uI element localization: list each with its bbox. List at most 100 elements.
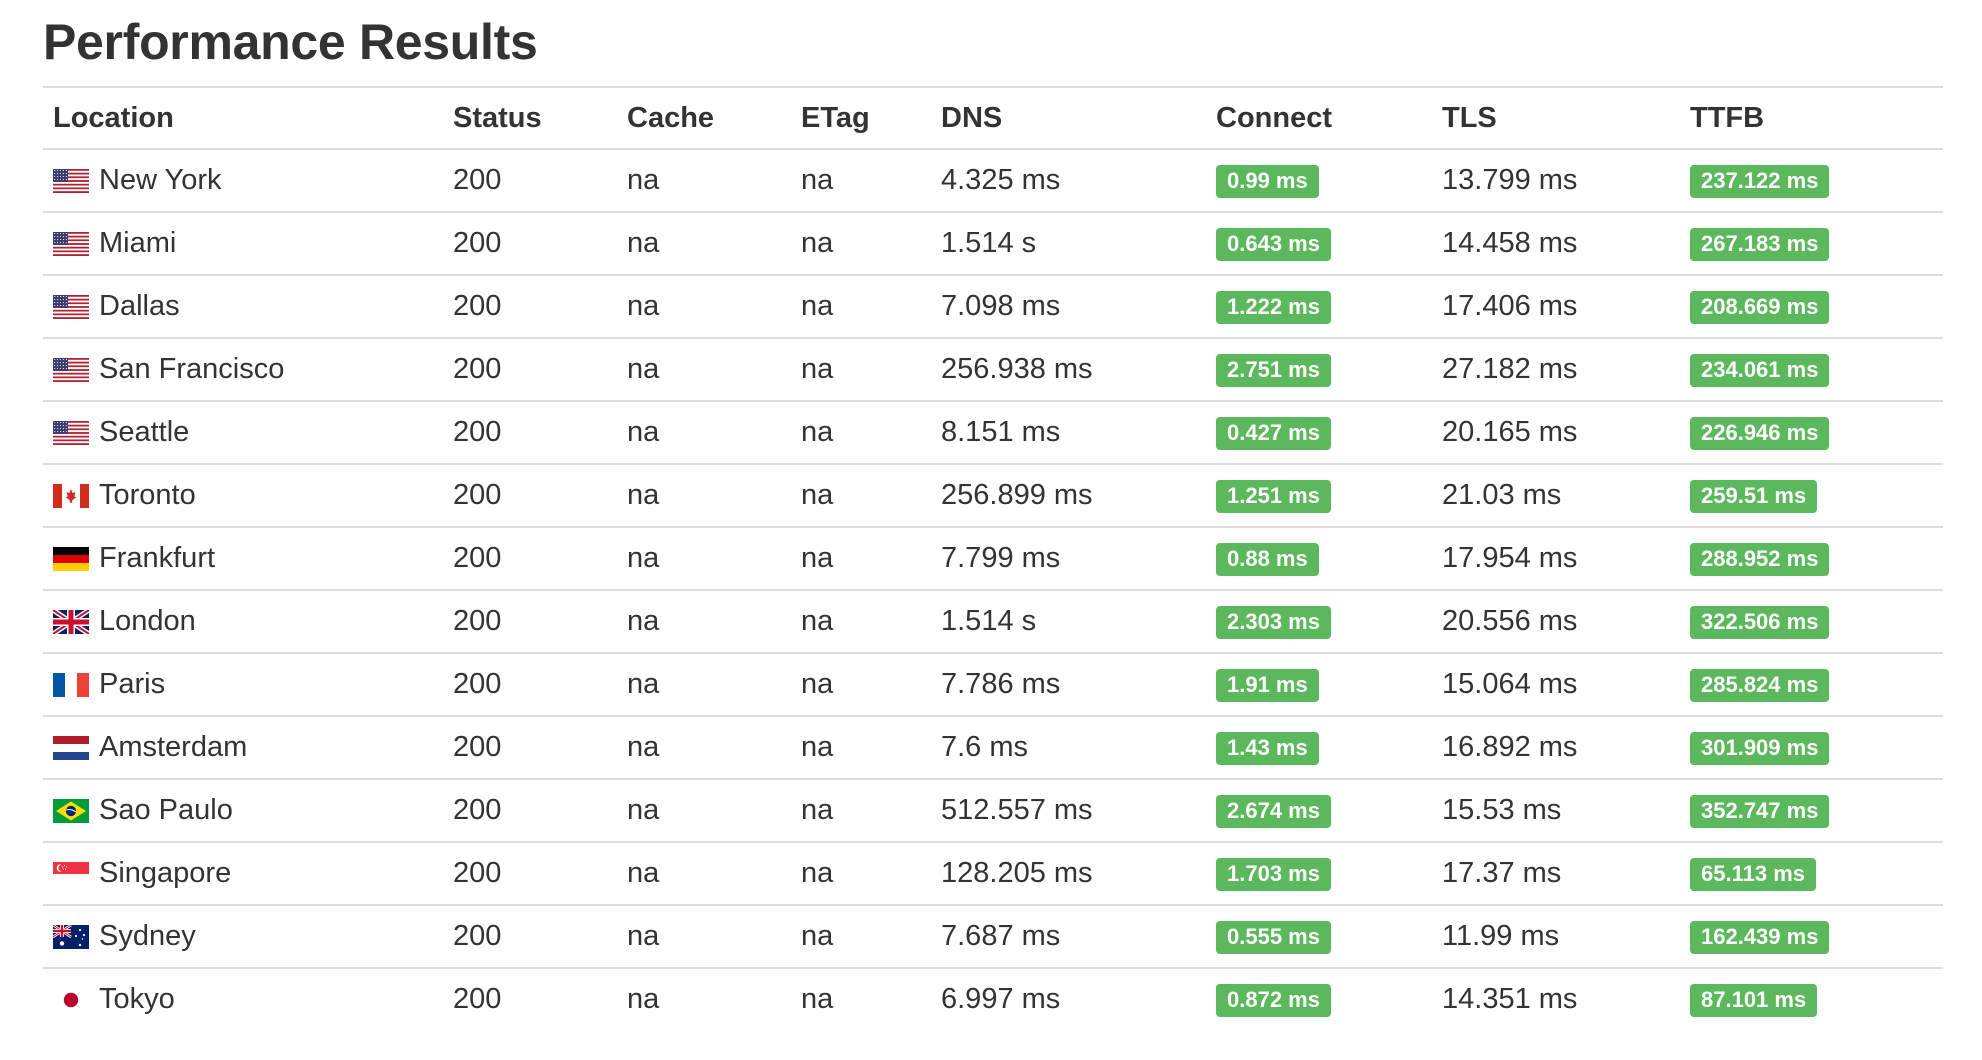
connect-time-badge: 0.427 ms — [1216, 417, 1331, 450]
tls-cell: 17.954 ms — [1432, 527, 1680, 591]
tls-cell: 27.182 ms — [1432, 338, 1680, 402]
column-header-etag[interactable]: ETag — [791, 87, 931, 150]
ttfb-time-badge: 234.061 ms — [1690, 354, 1830, 387]
connect-time-badge: 1.251 ms — [1216, 480, 1331, 513]
etag-cell: na — [791, 527, 931, 591]
location-name: Sao Paulo — [99, 794, 233, 826]
ttfb-time-badge: 237.122 ms — [1690, 165, 1830, 198]
tls-cell: 14.458 ms — [1432, 212, 1680, 276]
us-flag-icon — [53, 357, 89, 382]
ttfb-cell: 237.122 ms — [1680, 149, 1943, 213]
dns-cell: 1.514 s — [931, 590, 1206, 654]
location-cell: Toronto — [43, 464, 443, 528]
table-header-row: Location Status Cache ETag DNS Connect T… — [43, 87, 1943, 150]
dns-cell: 7.098 ms — [931, 275, 1206, 339]
tls-cell: 15.064 ms — [1432, 653, 1680, 717]
cache-cell: na — [617, 779, 791, 843]
ttfb-cell: 352.747 ms — [1680, 779, 1943, 843]
etag-cell: na — [791, 338, 931, 402]
dns-cell: 512.557 ms — [931, 779, 1206, 843]
singapore-flag-icon — [53, 861, 89, 886]
location-name: Toronto — [99, 479, 196, 511]
etag-cell: na — [791, 275, 931, 339]
connect-time-badge: 0.555 ms — [1216, 921, 1331, 954]
cache-cell: na — [617, 716, 791, 780]
location-cell: Dallas — [43, 275, 443, 339]
etag-cell: na — [791, 212, 931, 276]
column-header-connect[interactable]: Connect — [1206, 87, 1432, 150]
table-row: Sao Paulo 200 na na 512.557 ms 2.674 ms … — [43, 779, 1943, 843]
ttfb-time-badge: 162.439 ms — [1690, 921, 1830, 954]
etag-cell: na — [791, 905, 931, 969]
connect-time-badge: 0.99 ms — [1216, 165, 1319, 198]
connect-time-badge: 0.88 ms — [1216, 543, 1319, 576]
dns-cell: 1.514 s — [931, 212, 1206, 276]
location-wrapper: Amsterdam — [53, 731, 443, 764]
location-wrapper: Frankfurt — [53, 542, 443, 575]
cache-cell: na — [617, 653, 791, 717]
location-wrapper: New York — [53, 164, 443, 197]
ttfb-cell: 87.101 ms — [1680, 968, 1943, 1030]
column-header-ttfb[interactable]: TTFB — [1680, 87, 1943, 150]
table-row: Amsterdam 200 na na 7.6 ms 1.43 ms 16.89… — [43, 716, 1943, 780]
location-wrapper: Seattle — [53, 416, 443, 449]
page-title: Performance Results — [43, 14, 538, 70]
uk-flag-icon — [53, 609, 89, 634]
connect-time-badge: 1.43 ms — [1216, 732, 1319, 765]
column-header-location[interactable]: Location — [43, 87, 443, 150]
column-header-status[interactable]: Status — [443, 87, 617, 150]
connect-cell: 2.751 ms — [1206, 338, 1432, 402]
cache-cell: na — [617, 275, 791, 339]
location-cell: Frankfurt — [43, 527, 443, 591]
table-body: New York 200 na na 4.325 ms 0.99 ms 13.7… — [43, 149, 1943, 1030]
location-cell: Miami — [43, 212, 443, 276]
connect-cell: 0.555 ms — [1206, 905, 1432, 969]
tls-cell: 15.53 ms — [1432, 779, 1680, 843]
tls-cell: 14.351 ms — [1442, 983, 1578, 1015]
column-header-tls[interactable]: TLS — [1432, 87, 1680, 150]
connect-cell: 0.99 ms — [1206, 149, 1432, 213]
connect-time-badge: 2.751 ms — [1216, 354, 1331, 387]
location-wrapper: Tokyo — [53, 983, 443, 1016]
australia-flag-icon — [53, 924, 89, 949]
status-cell: 200 — [443, 842, 617, 906]
status-cell: 200 — [443, 275, 617, 339]
location-name: Sydney — [99, 920, 196, 952]
location-wrapper: London — [53, 605, 443, 638]
table-row: Miami 200 na na 1.514 s 0.643 ms 14.458 … — [43, 212, 1943, 276]
connect-cell: 0.427 ms — [1206, 401, 1432, 465]
us-flag-icon — [53, 294, 89, 319]
table-row: Paris 200 na na 7.786 ms 1.91 ms 15.064 … — [43, 653, 1943, 717]
column-header-dns[interactable]: DNS — [931, 87, 1206, 150]
etag-cell: na — [791, 779, 931, 843]
connect-cell: 1.222 ms — [1206, 275, 1432, 339]
connect-time-badge: 0.872 ms — [1216, 984, 1331, 1017]
ttfb-time-badge: 322.506 ms — [1690, 606, 1830, 639]
tls-cell: 11.99 ms — [1432, 905, 1680, 969]
ttfb-time-badge: 65.113 ms — [1690, 858, 1816, 891]
connect-cell: 2.674 ms — [1206, 779, 1432, 843]
dns-cell: 128.205 ms — [931, 842, 1206, 906]
location-name: Frankfurt — [99, 542, 216, 574]
connect-cell: 0.872 ms — [1206, 968, 1432, 1030]
table-row: New York 200 na na 4.325 ms 0.99 ms 13.7… — [43, 149, 1943, 213]
ttfb-cell: 267.183 ms — [1680, 212, 1943, 276]
ttfb-cell: 288.952 ms — [1680, 527, 1943, 591]
ttfb-cell: 322.506 ms — [1680, 590, 1943, 654]
tls-cell: 21.03 ms — [1432, 464, 1680, 528]
location-wrapper: Sao Paulo — [53, 794, 443, 827]
location-cell: Paris — [43, 653, 443, 717]
tls-cell: 17.406 ms — [1432, 275, 1680, 339]
etag-cell: na — [791, 149, 931, 213]
ttfb-cell: 234.061 ms — [1680, 338, 1943, 402]
etag-cell: na — [801, 983, 834, 1015]
dns-cell: 256.899 ms — [931, 464, 1206, 528]
etag-cell: na — [791, 464, 931, 528]
status-cell: 200 — [443, 149, 617, 213]
connect-cell: 1.703 ms — [1206, 842, 1432, 906]
connect-cell: 2.303 ms — [1206, 590, 1432, 654]
status-cell: 200 — [443, 590, 617, 654]
etag-cell: na — [791, 842, 931, 906]
tls-cell: 13.799 ms — [1432, 149, 1680, 213]
column-header-cache[interactable]: Cache — [617, 87, 791, 150]
